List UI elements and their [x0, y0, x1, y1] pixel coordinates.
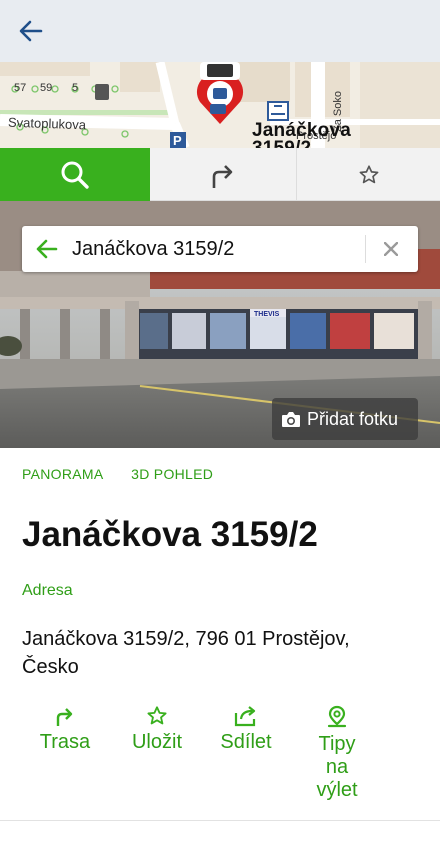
place-address: Janáčkova 3159/2, 796 01 Prostějov, Česk… — [22, 628, 350, 678]
search-input[interactable]: Janáčkova 3159/2 — [72, 238, 234, 261]
tab-search[interactable] — [0, 148, 150, 201]
tab-route[interactable] — [150, 148, 296, 201]
svg-text:THEVIS: THEVIS — [254, 311, 280, 318]
back-button[interactable] — [12, 14, 50, 48]
place-type: Adresa — [22, 582, 73, 599]
trip-tips-label-1: Tipy — [318, 733, 356, 755]
close-icon — [384, 242, 398, 256]
tab-favorites[interactable] — [296, 148, 440, 201]
save-button[interactable]: Uložit — [114, 705, 200, 754]
house-number-5: 5 — [72, 82, 79, 94]
place-title: Janáčkova 3159/2 — [22, 515, 318, 554]
search-box: Janáčkova 3159/2 — [22, 226, 418, 272]
panorama-link[interactable]: PANORAMA — [22, 466, 103, 482]
share-icon — [234, 706, 256, 727]
add-photo-label: Přidat fotku — [307, 408, 399, 429]
star-outline-icon — [359, 164, 378, 183]
add-photo-button[interactable]: Přidat fotku — [272, 398, 418, 440]
house-number-57: 57 — [14, 82, 27, 94]
share-button[interactable]: Sdílet — [203, 705, 289, 754]
route-arrow-icon — [56, 708, 73, 726]
house-number-59: 59 — [40, 82, 53, 94]
trip-tips-label-2: na — [325, 756, 349, 778]
action-bar: Trasa Uložit Sdílet Tipy na výlet — [22, 705, 422, 805]
star-outline-icon — [147, 706, 167, 725]
location-pin-icon — [327, 705, 347, 728]
map-preview[interactable]: P 57 59 5 Svatoplukova Za Soko Prostějo … — [0, 62, 440, 148]
route-button-label: Trasa — [39, 731, 91, 753]
route-arrow-icon — [212, 164, 233, 188]
search-back-button[interactable] — [32, 234, 62, 264]
search-icon — [61, 161, 89, 189]
3d-view-link[interactable]: 3D POHLED — [131, 466, 213, 482]
search-divider — [365, 235, 366, 263]
route-button[interactable]: Trasa — [22, 705, 108, 754]
trip-tips-label-3: výlet — [316, 779, 358, 801]
section-divider — [0, 820, 440, 821]
map-place-title: Janáčkova 3159/2 — [252, 120, 351, 148]
share-button-label: Sdílet — [220, 731, 272, 753]
save-button-label: Uložit — [131, 731, 182, 753]
svg-text:P: P — [173, 133, 182, 148]
camera-icon — [282, 411, 300, 427]
tab-bar — [0, 148, 440, 201]
trip-tips-button[interactable]: Tipy na výlet — [294, 705, 380, 802]
view-links: PANORAMA 3D POHLED — [22, 466, 213, 482]
street-label: Svatoplukova — [7, 114, 87, 133]
top-bar — [0, 0, 440, 62]
arrow-left-icon — [19, 20, 43, 42]
arrow-left-icon — [36, 239, 58, 259]
clear-search-button[interactable] — [374, 233, 408, 265]
map-background: P — [0, 62, 440, 148]
